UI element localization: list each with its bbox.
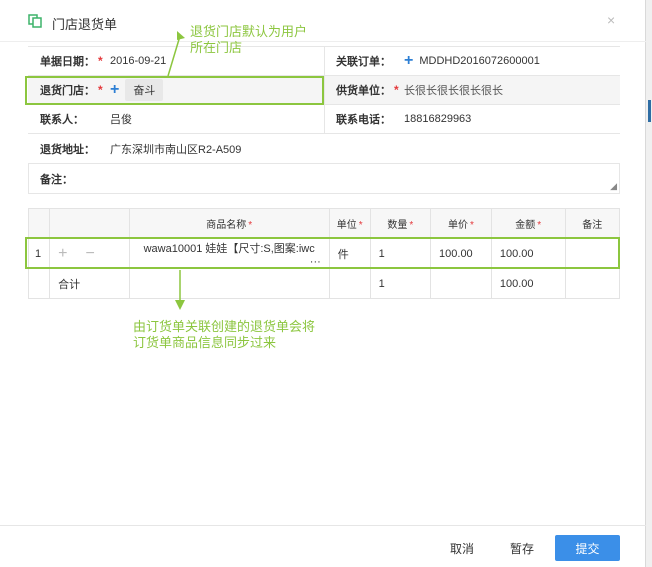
contact-field[interactable]: 吕俊 bbox=[110, 105, 132, 133]
phone-field[interactable]: 18816829963 bbox=[404, 105, 471, 133]
dialog-header: 门店退货单 × bbox=[0, 0, 646, 42]
annotation-arrow-icon bbox=[175, 270, 185, 310]
order-field[interactable]: + MDDHD2016072600001 bbox=[404, 47, 540, 75]
required-mark: * bbox=[98, 54, 103, 68]
document-icon bbox=[28, 14, 42, 28]
cancel-button[interactable]: 取消 bbox=[442, 535, 482, 561]
store-highlight bbox=[25, 76, 324, 105]
total-qty: 1 bbox=[369, 268, 432, 299]
save-draft-button[interactable]: 暂存 bbox=[502, 535, 542, 561]
form-row-address: 退货地址： 广东深圳市南山区R2-A509 bbox=[28, 134, 620, 164]
col-header-amount: 金额 * bbox=[490, 208, 566, 239]
form-row-contact: 联系人： 吕俊 联系电话： 18816829963 bbox=[28, 105, 620, 134]
resize-handle-icon[interactable]: ◢ bbox=[610, 182, 617, 191]
address-field[interactable]: 广东深圳市南山区R2-A509 bbox=[110, 134, 241, 163]
supplier-value: 长很长很长很长很长 bbox=[404, 85, 503, 97]
col-header-price: 单价 * bbox=[430, 208, 492, 239]
address-value: 广东深圳市南山区R2-A509 bbox=[110, 143, 242, 156]
note-textarea[interactable]: ◢ bbox=[28, 164, 620, 194]
background-page bbox=[646, 0, 652, 567]
date-label: 单据日期： bbox=[40, 56, 95, 68]
supplier-label: 供货单位： bbox=[336, 85, 391, 97]
dialog-title: 门店退货单 bbox=[52, 17, 118, 32]
order-value: MDDHD2016072600001 bbox=[419, 55, 540, 67]
contact-label: 联系人： bbox=[40, 114, 84, 126]
dialog-footer: 取消 暂存 提交 bbox=[0, 525, 646, 567]
col-header-unit: 单位 * bbox=[328, 208, 371, 239]
return-order-dialog: 门店退货单 × 单据日期： * 2016-09-21 关联订单： + MDDHD2… bbox=[0, 0, 646, 567]
order-form: 单据日期： * 2016-09-21 关联订单： + MDDHD201607260… bbox=[28, 46, 620, 194]
col-header-note: 备注 bbox=[564, 208, 621, 239]
annotation-arrow-icon bbox=[167, 31, 185, 77]
background-accent bbox=[648, 100, 651, 122]
contact-value: 吕俊 bbox=[110, 114, 132, 126]
submit-button[interactable]: 提交 bbox=[555, 535, 620, 561]
supplier-field[interactable]: 长很长很长很长很长 bbox=[404, 76, 503, 104]
close-icon[interactable]: × bbox=[607, 12, 615, 28]
annotation-row: 由订货单关联创建的退货单会将 订货单商品信息同步过来 bbox=[133, 319, 316, 350]
row-highlight bbox=[25, 237, 620, 269]
col-header-product: 商品名称 * bbox=[128, 208, 330, 239]
table-total-row: 合计 1 100.00 bbox=[27, 268, 621, 299]
annotation-store: 退货门店默认为用户 所在门店 bbox=[190, 24, 308, 55]
total-label: 合计 bbox=[49, 268, 130, 299]
col-header-qty: 数量 * bbox=[369, 208, 432, 239]
date-field[interactable]: 2016-09-21 bbox=[110, 47, 166, 75]
phone-value: 18816829963 bbox=[404, 113, 472, 125]
plus-icon[interactable]: + bbox=[404, 53, 413, 69]
form-row-date: 单据日期： * 2016-09-21 关联订单： + MDDHD201607260… bbox=[28, 47, 620, 76]
address-label: 退货地址： bbox=[40, 143, 95, 156]
form-row-note: 备注： ◢ bbox=[28, 164, 620, 194]
table-header-row: 商品名称 * 单位 * 数量 * 单价 * 金额 * 备注 bbox=[27, 208, 621, 239]
total-amount: 100.00 bbox=[490, 268, 566, 299]
order-label: 关联订单： bbox=[336, 56, 391, 68]
phone-label: 联系电话： bbox=[336, 114, 391, 126]
date-value: 2016-09-21 bbox=[110, 55, 167, 67]
